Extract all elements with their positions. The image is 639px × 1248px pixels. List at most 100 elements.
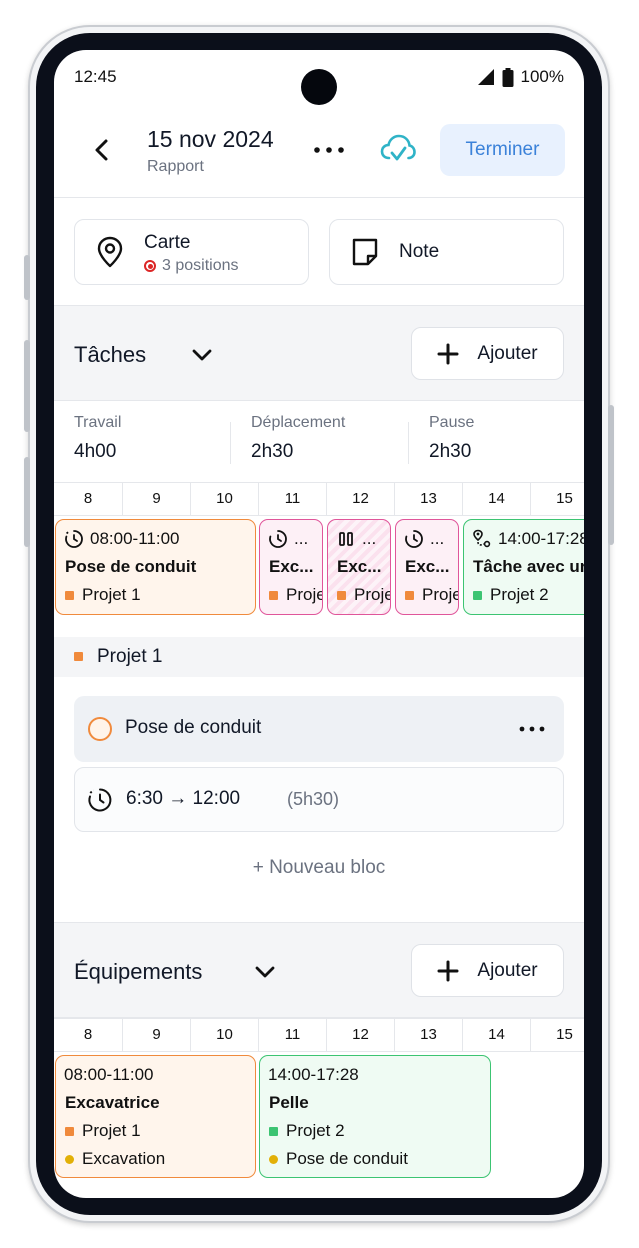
back-icon[interactable] — [88, 134, 116, 166]
page-title: 15 nov 2024 — [147, 126, 274, 152]
note-card[interactable]: Note — [329, 219, 564, 285]
equipment-title: Équipements — [74, 959, 203, 984]
chevron-down-icon[interactable] — [254, 965, 276, 979]
signal-icon — [477, 69, 494, 85]
task-block-name: Exc... — [269, 557, 314, 576]
status-bar: 12:45 100% — [54, 50, 584, 105]
task-block-project: Projet 1 — [82, 585, 141, 604]
hour-label: 8 — [83, 490, 93, 507]
project-color-swatch — [65, 1126, 74, 1136]
divider — [408, 422, 409, 464]
clock-icon — [405, 530, 423, 548]
task-item[interactable]: Pose de conduit — [74, 696, 564, 762]
task-block-project: Projet 1 — [354, 585, 390, 604]
total-travel-label: Déplacement — [251, 414, 346, 431]
app-screen: 12:45 100% 15 nov 2024 Rapport Terminer … — [54, 50, 584, 1198]
tasks-section-header: Tâches Ajouter — [54, 305, 584, 401]
hour-label: 11 — [258, 483, 326, 515]
tasks-hour-ruler[interactable]: 8 9 10 11 12 13 14 15 — [54, 482, 584, 516]
more-options-icon[interactable] — [312, 140, 346, 160]
project-color-swatch — [74, 652, 83, 661]
cloud-sync-icon[interactable] — [380, 132, 416, 166]
hour-label: 15 — [530, 483, 584, 515]
equipment-block-project: Projet 2 — [286, 1121, 345, 1140]
project-color-swatch — [269, 1126, 278, 1136]
task-block[interactable]: ... Exc... Projet 1 — [259, 519, 323, 615]
time-duration: (5h30) — [287, 789, 340, 809]
equipment-block-name: Excavatrice — [65, 1093, 160, 1112]
plus-icon — [437, 343, 459, 364]
route-pin-icon — [473, 529, 491, 548]
hour-label: 13 — [394, 483, 462, 515]
equipment-block-time: 08:00-11:00 — [64, 1065, 154, 1084]
time-totals: Travail 4h00 Déplacement 2h30 Pause 2h30 — [54, 400, 584, 482]
page-subtitle: Rapport — [147, 158, 204, 175]
equipment-block[interactable]: 14:00-17:28 Pelle Projet 2 Pose de condu… — [259, 1055, 491, 1178]
clock-icon — [65, 530, 83, 548]
task-block-project: Projet 2 — [490, 585, 549, 604]
task-block-time: 14:00-17:28 — [498, 529, 584, 548]
task-block[interactable]: 08:00-11:00 Pose de conduit Projet 1 — [55, 519, 256, 615]
hour-label: 9 — [122, 1019, 190, 1051]
total-pause-label: Pause — [429, 414, 475, 431]
project-group-name: Projet 1 — [97, 646, 163, 667]
task-block[interactable]: ... Exc... Projet 1 — [395, 519, 459, 615]
total-work-value: 4h00 — [74, 441, 117, 462]
new-block-button[interactable]: + Nouveau bloc — [54, 857, 584, 879]
task-block-time: ... — [362, 529, 377, 548]
task-block-time: ... — [430, 529, 445, 548]
hour-label: 14 — [462, 1019, 530, 1051]
equipment-block-project: Projet 1 — [82, 1121, 141, 1140]
equipment-hour-ruler[interactable]: 8 9 10 11 12 13 14 15 — [54, 1018, 584, 1052]
project-color-swatch — [269, 590, 278, 600]
volume-button — [24, 340, 30, 432]
divider — [230, 422, 231, 464]
hour-label: 8 — [83, 1026, 93, 1043]
hour-label: 14 — [462, 483, 530, 515]
add-equipment-button[interactable]: Ajouter — [411, 944, 564, 997]
task-block-time: 08:00-11:00 — [90, 529, 180, 548]
more-options-icon[interactable] — [518, 719, 546, 739]
task-block-name: Exc... — [405, 557, 450, 576]
project-group-header: Projet 1 — [54, 637, 584, 677]
time-range: 6:30 → 12:00 — [126, 788, 241, 809]
add-task-button[interactable]: Ajouter — [411, 327, 564, 380]
hour-label: 9 — [122, 483, 190, 515]
time-entry-row[interactable]: 6:30 → 12:00 (5h30) — [74, 767, 564, 832]
project-color-swatch — [337, 590, 346, 600]
task-block-project: Projet 1 — [286, 585, 322, 604]
pause-icon — [339, 532, 353, 546]
total-travel-value: 2h30 — [251, 441, 294, 462]
power-button — [608, 405, 614, 545]
clock-icon — [269, 530, 287, 548]
battery-icon — [502, 67, 514, 87]
task-item-name: Pose de conduit — [125, 717, 262, 738]
map-card[interactable]: Carte 3 positions — [74, 219, 309, 285]
equipment-section-header: Équipements Ajouter — [54, 922, 584, 1018]
top-bar: 15 nov 2024 Rapport Terminer — [54, 112, 584, 198]
task-status-circle[interactable] — [88, 717, 112, 741]
side-button — [24, 255, 30, 300]
equipment-block-time: 14:00-17:28 — [268, 1065, 359, 1084]
equipment-block[interactable]: 08:00-11:00 Excavatrice Projet 1 Excavat… — [55, 1055, 256, 1178]
hour-label: 10 — [190, 1019, 258, 1051]
recording-icon — [144, 260, 156, 272]
task-block[interactable]: 14:00-17:28 Tâche avec une longue descri… — [463, 519, 584, 615]
hour-label: 12 — [326, 483, 394, 515]
add-equipment-label: Ajouter — [477, 959, 538, 981]
task-block[interactable]: ... Exc... Projet 1 — [327, 519, 391, 615]
hour-label: 12 — [326, 1019, 394, 1051]
equipment-block-name: Pelle — [269, 1093, 309, 1112]
equipment-block-task: Pose de conduit — [286, 1149, 408, 1168]
add-task-label: Ajouter — [477, 342, 538, 364]
task-block-project: Projet 1 — [422, 585, 458, 604]
hour-label: 13 — [394, 1019, 462, 1051]
status-time: 12:45 — [74, 67, 117, 86]
hour-label: 10 — [190, 483, 258, 515]
volume-button — [24, 457, 30, 547]
finish-button[interactable]: Terminer — [440, 124, 565, 176]
map-pin-icon — [97, 236, 123, 268]
task-block-name: Tâche avec une longue description — [473, 557, 584, 576]
chevron-down-icon[interactable] — [191, 348, 213, 362]
note-card-label: Note — [399, 241, 440, 262]
